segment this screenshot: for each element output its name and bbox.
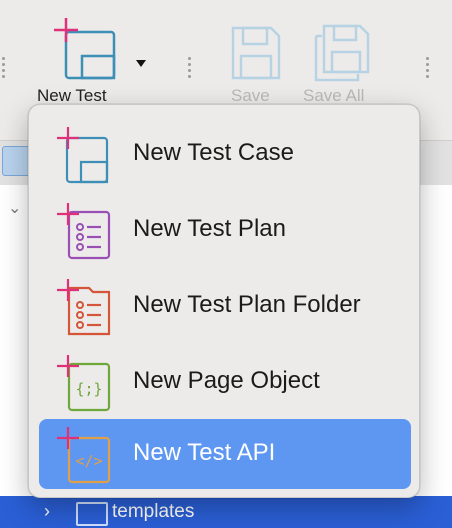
menu-item-label: New Test Case [133, 139, 294, 166]
new-test-label: New Test [37, 86, 107, 105]
menu-item-new-test-case[interactable]: New Test Case [39, 119, 411, 189]
menu-item-label: New Test Plan [133, 215, 286, 242]
svg-text:{;}: {;} [75, 380, 102, 398]
test-case-icon [57, 127, 109, 184]
svg-text:</>: </> [75, 452, 102, 470]
new-test-dropdown-icon[interactable] [136, 60, 146, 67]
page-object-icon: {;} [57, 355, 111, 412]
menu-item-new-page-object[interactable]: {;} New Page Object [39, 347, 411, 417]
test-plan-icon [57, 203, 111, 260]
new-test-menu: New Test Case New Test Plan New Test Pla… [28, 104, 420, 498]
save-all-button[interactable] [312, 22, 374, 84]
menu-item-new-test-api[interactable]: </> New Test API [39, 419, 411, 489]
test-plan-folder-icon [57, 279, 111, 336]
save-icon [231, 26, 281, 80]
chevron-right-icon[interactable]: › [44, 501, 50, 522]
menu-item-label: New Test API [133, 439, 276, 466]
test-api-icon: </> [57, 427, 111, 484]
folder-icon [76, 502, 108, 526]
tree-row-label: templates [112, 501, 195, 522]
new-test-icon [54, 18, 116, 80]
menu-item-new-test-plan-folder[interactable]: New Test Plan Folder [39, 271, 411, 341]
save-all-icon [314, 24, 370, 82]
menu-item-new-test-plan[interactable]: New Test Plan [39, 195, 411, 265]
save-all-label: Save All [303, 86, 365, 105]
tree-expand-chevron-icon[interactable]: ⌄ [8, 198, 21, 218]
menu-item-label: New Test Plan Folder [133, 291, 361, 318]
toolbar: New Test Save Save All [0, 0, 452, 120]
toolbar-grip-right[interactable] [426, 57, 430, 81]
save-label: Save [231, 86, 270, 105]
tree-row-selected[interactable]: › templates [0, 496, 452, 528]
toolbar-grip-left[interactable] [2, 57, 6, 81]
new-test-button[interactable] [48, 18, 128, 88]
toolbar-divider [188, 57, 192, 81]
menu-item-label: New Page Object [133, 367, 320, 394]
save-button[interactable] [228, 24, 284, 84]
